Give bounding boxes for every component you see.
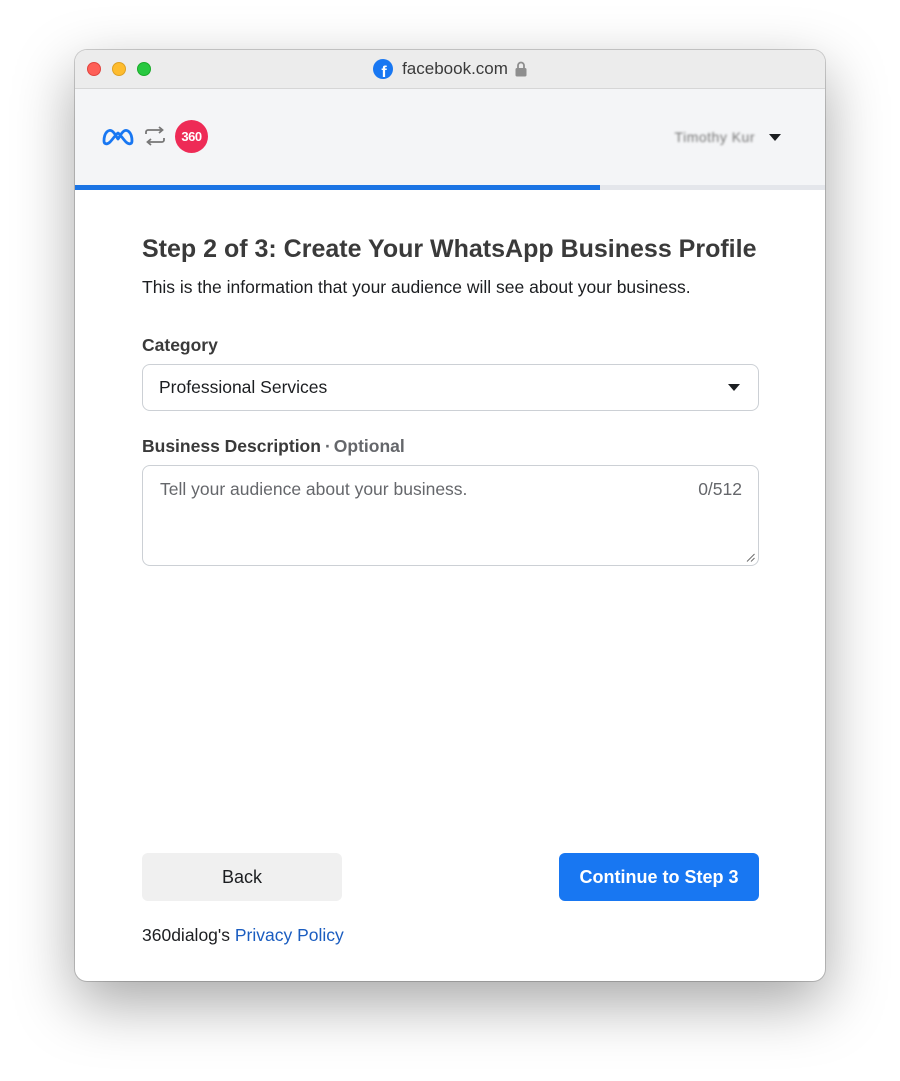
description-label: Business Description · Optional <box>142 435 759 457</box>
page-title: Step 2 of 3: Create Your WhatsApp Busine… <box>142 235 757 263</box>
character-counter: 0/512 <box>698 479 742 499</box>
category-select[interactable]: Professional Services <box>142 364 759 411</box>
privacy-policy-link[interactable]: Privacy Policy <box>235 925 344 945</box>
facebook-icon: f <box>373 59 394 79</box>
business-description-field[interactable]: Tell your audience about your business. … <box>142 465 759 566</box>
back-button[interactable]: Back <box>142 853 342 901</box>
resize-handle-icon[interactable] <box>746 553 755 562</box>
description-separator: · <box>324 436 331 456</box>
browser-window: f facebook.com 360 Timothy Kur Step 2 of… <box>75 50 825 981</box>
privacy-prefix: 360dialog's <box>142 925 230 945</box>
account-switcher[interactable]: Timothy Kur <box>675 125 781 149</box>
page-subtitle: This is the information that your audien… <box>142 277 691 297</box>
meta-logo-icon <box>102 129 134 146</box>
continue-button[interactable]: Continue to Step 3 <box>559 853 759 901</box>
account-name: Timothy Kur <box>674 129 755 145</box>
privacy-note: 360dialog's Privacy Policy <box>142 925 344 946</box>
chevron-down-icon <box>769 133 781 141</box>
address-bar: f facebook.com <box>75 50 825 88</box>
title-bar: f facebook.com <box>75 50 825 89</box>
header: 360 Timothy Kur <box>75 89 825 185</box>
category-select-value: Professional Services <box>159 377 328 397</box>
chevron-down-icon <box>728 384 740 391</box>
description-placeholder: Tell your audience about your business. <box>160 479 468 499</box>
sync-arrows-icon <box>145 126 165 146</box>
optional-tag: Optional <box>333 436 405 456</box>
360dialog-logo-icon: 360 <box>175 119 208 153</box>
partner-logos: 360 <box>101 119 208 153</box>
url-text: facebook.com <box>402 59 508 78</box>
lock-icon <box>515 61 527 77</box>
category-label: Category <box>142 335 218 355</box>
form-content: Step 2 of 3: Create Your WhatsApp Busine… <box>142 190 759 566</box>
description-label-text: Business Description <box>142 436 321 456</box>
